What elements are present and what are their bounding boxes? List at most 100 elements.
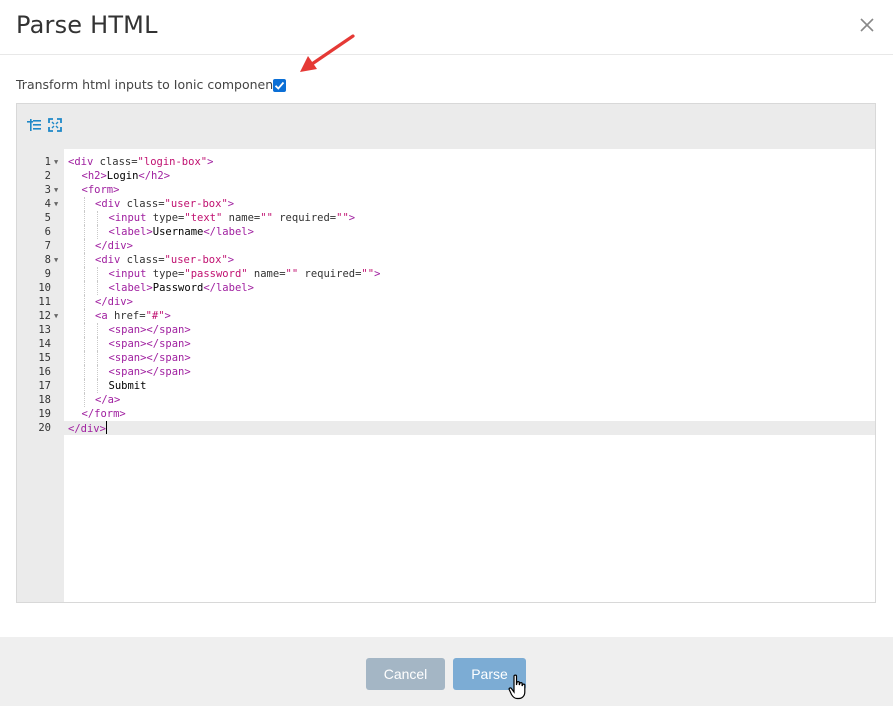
line-number: 17 bbox=[38, 380, 51, 392]
indent-guide bbox=[83, 351, 85, 365]
indent-guide bbox=[83, 197, 85, 211]
annotation-arrow-icon bbox=[300, 34, 355, 72]
code-line[interactable]: 16 <span></span> bbox=[17, 365, 875, 379]
code-token: "user-box" bbox=[164, 254, 228, 266]
fold-arrow-icon[interactable]: ▼ bbox=[54, 197, 58, 211]
code-text: <a href="#"> bbox=[95, 309, 171, 323]
code-line[interactable]: 8 ▼ <div class="user-box"> bbox=[17, 253, 875, 267]
fold-arrow-icon[interactable]: ▼ bbox=[54, 183, 58, 197]
code-token: "password" bbox=[184, 268, 248, 280]
code-line[interactable]: 18 </a> bbox=[17, 393, 875, 407]
close-icon[interactable] bbox=[856, 14, 878, 36]
code-token: "user-box" bbox=[164, 198, 228, 210]
dialog-header: Parse HTML bbox=[0, 0, 893, 55]
indent-guide bbox=[83, 393, 85, 407]
code-token: "" bbox=[285, 268, 299, 280]
code-text: <h2>Login</h2> bbox=[82, 169, 171, 183]
code-line[interactable]: 9 <input type="password" name="" required… bbox=[17, 267, 875, 281]
code-token: > bbox=[207, 156, 214, 168]
indent-guide bbox=[97, 267, 98, 281]
line-number: 8 bbox=[44, 254, 51, 266]
fold-arrow-icon[interactable]: ▼ bbox=[54, 155, 58, 169]
code-token: "#" bbox=[145, 310, 165, 322]
line-number: 19 bbox=[38, 408, 51, 420]
code-token: > bbox=[227, 254, 235, 266]
indent-guide bbox=[83, 253, 85, 267]
fold-arrow-icon[interactable]: ▼ bbox=[54, 309, 58, 323]
code-line[interactable]: 14 <span></span> bbox=[17, 337, 875, 351]
code-token: <input bbox=[108, 212, 153, 224]
code-line[interactable]: 12 ▼ <a href="#"> bbox=[17, 309, 875, 323]
indent-guide bbox=[83, 295, 85, 309]
code-token: </label> bbox=[203, 226, 254, 238]
line-number: 1 bbox=[44, 156, 51, 168]
transform-option-label: Transform html inputs to Ionic component… bbox=[16, 77, 285, 92]
code-line[interactable]: 2 <h2>Login</h2> bbox=[17, 169, 875, 183]
code-token: "login-box" bbox=[137, 156, 208, 168]
code-token: <form> bbox=[81, 184, 120, 196]
code-line[interactable]: 1 ▼ <div class="login-box"> bbox=[17, 155, 875, 169]
code-token: name= bbox=[222, 212, 261, 224]
code-line[interactable]: 15 <span></span> bbox=[17, 351, 875, 365]
indent-guide bbox=[97, 365, 98, 379]
line-number: 6 bbox=[44, 226, 51, 238]
code-token: class= bbox=[126, 198, 165, 210]
code-line[interactable]: 3 ▼ <form> bbox=[17, 183, 875, 197]
transform-checkbox[interactable] bbox=[273, 79, 286, 92]
cancel-button[interactable]: Cancel bbox=[366, 658, 445, 690]
indent-tree-icon[interactable] bbox=[27, 118, 41, 132]
code-text: </div> bbox=[95, 239, 133, 253]
code-text: </form> bbox=[82, 407, 126, 421]
code-text: </div> bbox=[95, 295, 133, 309]
code-line[interactable]: 10 <label>Password</label> bbox=[17, 281, 875, 295]
code-text: Submit bbox=[109, 379, 147, 393]
code-token: Username bbox=[152, 226, 204, 238]
dialog-footer bbox=[0, 637, 893, 706]
code-line[interactable]: 19 </form> bbox=[17, 407, 875, 421]
code-token: required= bbox=[298, 268, 362, 280]
code-editor[interactable]: 1 ▼ <div class="login-box"> 2 <h2>Login</h2>… bbox=[16, 103, 876, 603]
indent-guide bbox=[97, 281, 98, 295]
code-token: <h2> bbox=[81, 170, 107, 182]
line-number: 16 bbox=[38, 366, 51, 378]
fold-arrow-icon[interactable]: ▼ bbox=[54, 253, 58, 267]
code-line[interactable]: 17 Submit bbox=[17, 379, 875, 393]
code-token: <div bbox=[95, 198, 127, 210]
code-token: Login bbox=[106, 170, 139, 182]
code-token: > bbox=[164, 310, 171, 322]
code-line[interactable]: 6 <label>Username</label> bbox=[17, 225, 875, 239]
code-token: </h2> bbox=[138, 170, 171, 182]
code-text: <span></span> bbox=[109, 351, 191, 365]
indent-guide bbox=[97, 211, 98, 225]
code-line[interactable]: 5 <input type="text" name="" required=""> bbox=[17, 211, 875, 225]
code-line[interactable]: 11 </div> bbox=[17, 295, 875, 309]
line-number: 3 bbox=[44, 184, 51, 196]
code-token: <div bbox=[95, 254, 127, 266]
hand-cursor-icon bbox=[508, 674, 526, 700]
fullscreen-icon[interactable] bbox=[48, 118, 62, 132]
indent-guide bbox=[83, 337, 85, 351]
code-text: <span></span> bbox=[109, 365, 191, 379]
code-text: <input type="text" name="" required=""> bbox=[109, 211, 356, 225]
code-line[interactable]: 4 ▼ <div class="user-box"> bbox=[17, 197, 875, 211]
code-token: type= bbox=[152, 212, 185, 224]
code-token: <input bbox=[108, 268, 153, 280]
line-number: 11 bbox=[38, 296, 51, 308]
indent-guide bbox=[83, 225, 85, 239]
dialog-title: Parse HTML bbox=[16, 11, 158, 39]
line-number: 4 bbox=[44, 198, 51, 210]
code-line[interactable]: 20 </div> bbox=[17, 421, 875, 435]
code-token: </div> bbox=[68, 423, 106, 435]
code-token: > bbox=[348, 212, 356, 224]
code-token: <span></span> bbox=[108, 324, 191, 336]
code-token: </div> bbox=[95, 240, 133, 252]
code-token: <div bbox=[68, 156, 100, 168]
code-token: Submit bbox=[108, 380, 147, 392]
code-token: <span></span> bbox=[108, 366, 191, 378]
code-token: name= bbox=[247, 268, 286, 280]
code-text: <div class="login-box"> bbox=[68, 155, 213, 169]
code-line[interactable]: 13 <span></span> bbox=[17, 323, 875, 337]
code-token: <label> bbox=[108, 282, 153, 294]
code-text: <label>Password</label> bbox=[109, 281, 254, 295]
code-line[interactable]: 7 </div> bbox=[17, 239, 875, 253]
